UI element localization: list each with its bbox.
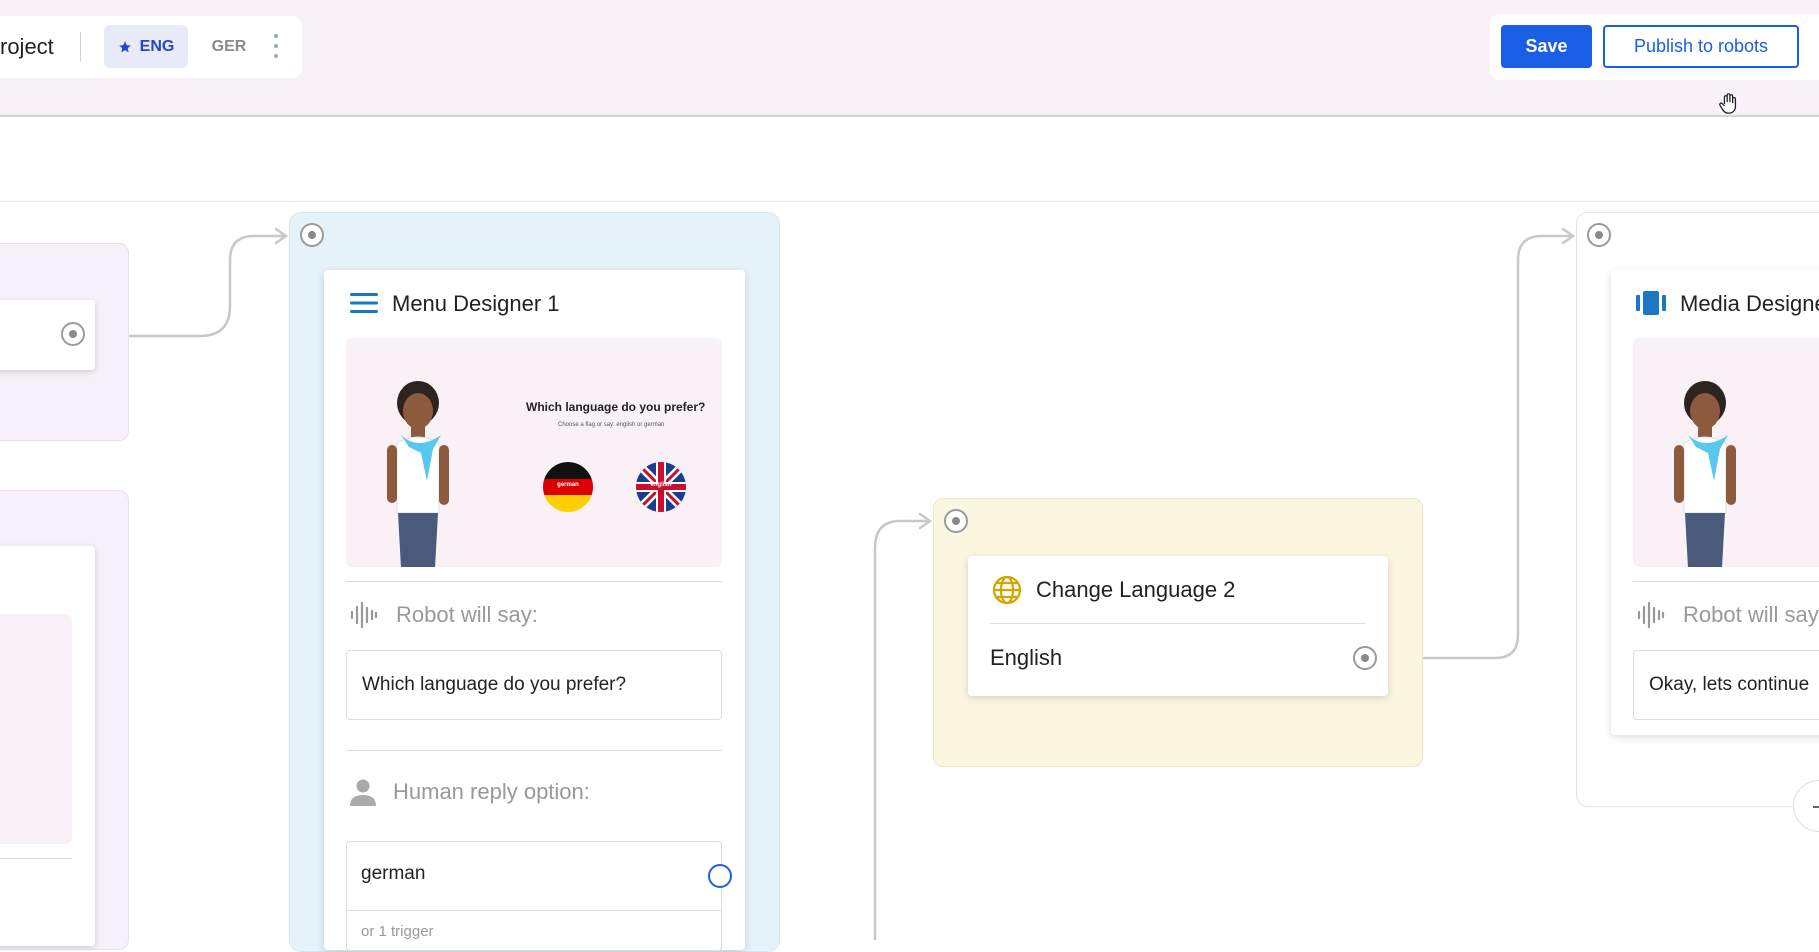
avatar — [387, 381, 449, 567]
save-button[interactable]: Save — [1501, 25, 1592, 68]
hand-cursor-icon — [1719, 93, 1737, 114]
waveform-icon — [1637, 601, 1665, 629]
divider — [0, 858, 72, 859]
hamburger-menu-icon — [350, 293, 378, 313]
preview-subtitle: Choose a flag or say: english or german — [558, 422, 665, 428]
output-port[interactable] — [61, 322, 85, 346]
divider — [990, 623, 1365, 624]
robot-say-text[interactable]: Which language do you prefer? — [346, 650, 722, 720]
robot-say-text[interactable]: Okay, lets continue — [1633, 650, 1819, 720]
divider — [80, 32, 81, 62]
robot-say-label: Robot will say: — [396, 602, 538, 627]
input-port[interactable] — [944, 509, 968, 533]
node-title[interactable]: Change Language 2 — [1036, 577, 1235, 603]
avatar — [1674, 381, 1736, 567]
node-title[interactable]: Menu Designer 1 — [392, 291, 560, 317]
waveform-icon — [350, 601, 378, 629]
screen-preview[interactable]: Which language do you prefer? Choose a f… — [346, 338, 722, 567]
node-title[interactable]: Media Designe — [1680, 291, 1819, 317]
star-icon — [118, 40, 131, 52]
reply-trigger-count[interactable]: or 1 trigger — [361, 923, 434, 940]
output-port[interactable] — [1353, 646, 1377, 670]
project-title: roject — [0, 34, 54, 59]
german-flag: german — [543, 462, 593, 512]
flag-label: english — [650, 482, 672, 488]
divider — [346, 750, 722, 751]
connector-up-to-language — [873, 519, 928, 940]
language-code: GER — [211, 37, 247, 55]
globe-icon — [992, 575, 1022, 605]
media-carousel-icon — [1636, 291, 1666, 315]
human-reply-label: Human reply option: — [393, 779, 590, 804]
more-vert-icon[interactable] — [270, 34, 282, 58]
person-icon — [350, 779, 376, 806]
publish-to-robots-button[interactable]: Publish to robots — [1603, 25, 1799, 68]
language-tab-ger[interactable]: GER — [206, 25, 252, 68]
language-code: ENG — [139, 37, 175, 55]
input-port[interactable] — [300, 223, 324, 247]
screen-preview[interactable] — [1633, 338, 1819, 567]
robot-say-label: Robot will say — [1683, 602, 1819, 627]
flag-label: german — [557, 482, 579, 488]
divider — [346, 910, 722, 911]
reply-option-text[interactable]: german — [361, 863, 425, 885]
connector-lines — [98, 227, 1576, 940]
preview-question: Which language do you prefer? — [526, 400, 706, 414]
divider — [346, 581, 722, 582]
language-option[interactable]: English — [990, 645, 1062, 671]
node-preview-partial — [0, 614, 72, 844]
uk-flag: english — [636, 462, 686, 512]
reply-output-port[interactable] — [708, 864, 732, 888]
canvas-ruler — [0, 201, 1819, 202]
input-port[interactable] — [1587, 223, 1611, 247]
divider — [1633, 581, 1819, 582]
plus-icon[interactable] — [1793, 780, 1819, 832]
language-tab-eng[interactable]: ENG — [104, 25, 188, 68]
